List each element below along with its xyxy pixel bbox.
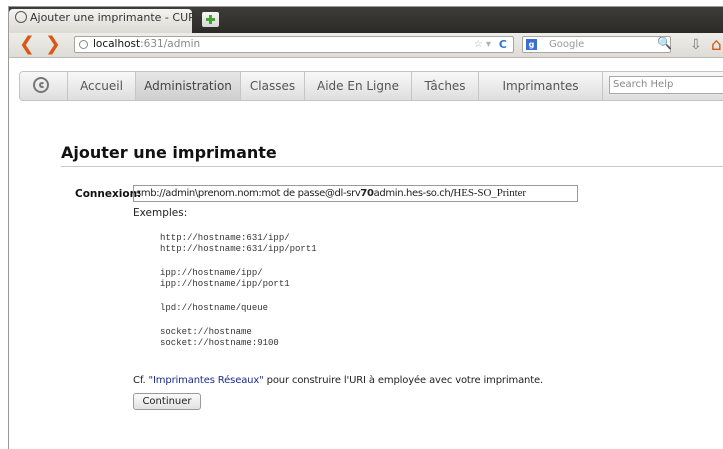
tab-title: Ajouter une imprimante - CUP... [30, 11, 204, 24]
connection-uri-input[interactable]: smb://admin\prenom.nom:mot de passe@dl-s… [133, 185, 578, 202]
network-printers-link[interactable]: "Imprimantes Réseaux" [149, 375, 264, 386]
cups-logo-icon[interactable] [20, 72, 68, 100]
connection-uri-part1: smb://admin\prenom.nom:mot de passe@dl-s… [136, 188, 361, 199]
navigation-bar: ❮ ❯ localhost:631/admin ☆ ▾ C g Google 🔍… [9, 33, 723, 58]
example-uri: ipp://hostname/ipp/ [160, 268, 263, 278]
example-uri: http://hostname:631/ipp/ [160, 233, 290, 243]
bookmark-star-icon[interactable]: ☆ ▾ [474, 37, 491, 52]
web-search-placeholder: Google [549, 39, 585, 50]
example-uri: lpd://hostname/queue [160, 303, 269, 313]
web-search-bar[interactable]: g Google 🔍 [522, 36, 672, 53]
connection-uri-bold: 70 [360, 188, 374, 199]
example-uri: socket://hostname:9100 [160, 338, 279, 348]
google-icon[interactable]: g [526, 39, 537, 50]
connection-uri-part2: admin.hes-so.ch/ [373, 188, 454, 199]
menu-item-imprimantes[interactable]: Imprimantes [479, 72, 603, 100]
download-icon[interactable]: ⇩ [690, 37, 702, 53]
menu-item-accueil[interactable]: Accueil [68, 72, 136, 100]
menu-item-administration[interactable]: Administration [136, 72, 241, 100]
url-path: :631/admin [140, 38, 201, 50]
menu-item-aide-en-ligne[interactable]: Aide En Ligne [305, 72, 412, 100]
cups-favicon-icon [15, 11, 27, 23]
connection-label: Connexion: [75, 188, 142, 200]
forward-arrow-icon[interactable]: ❯ [45, 34, 61, 54]
example-uri: socket://hostname [160, 327, 252, 337]
page-title: Ajouter une imprimante [61, 143, 277, 162]
new-tab-icon[interactable] [202, 12, 219, 27]
url-bar[interactable]: localhost:631/admin ☆ ▾ C [74, 36, 514, 53]
title-divider [61, 166, 723, 167]
example-uri: ipp://hostname/ipp/port1 [160, 279, 290, 289]
connection-uri-part3: HES-SO_Printer [453, 187, 526, 199]
reload-icon[interactable]: C [499, 37, 507, 52]
menu-item-taches[interactable]: Tâches [412, 72, 479, 100]
example-uri: http://hostname:631/ipp/port1 [160, 244, 317, 254]
note-suffix: pour construire l'URI à employée avec vo… [263, 375, 544, 386]
search-help-input[interactable]: Search Help [609, 76, 723, 94]
cups-menu-bar: Accueil Administration Classes Aide En L… [19, 71, 723, 101]
note-prefix: Cf. [133, 375, 149, 386]
home-icon[interactable]: ⌂ [711, 35, 722, 55]
url-host: localhost [93, 38, 141, 50]
examples-label: Exemples: [133, 207, 188, 219]
tab-strip: Ajouter une imprimante - CUP... [9, 7, 723, 33]
back-arrow-icon[interactable]: ❮ [19, 34, 35, 54]
continue-button[interactable]: Continuer [133, 393, 201, 410]
magnifier-icon[interactable]: 🔍 [657, 36, 672, 51]
browser-window: Ajouter une imprimante - CUP... ❮ ❯ loca… [8, 6, 723, 449]
browser-tab[interactable]: Ajouter une imprimante - CUP... [9, 9, 204, 33]
menu-item-classes[interactable]: Classes [241, 72, 305, 100]
globe-icon [79, 40, 88, 49]
network-printers-note: Cf. "Imprimantes Réseaux" pour construir… [133, 375, 543, 386]
